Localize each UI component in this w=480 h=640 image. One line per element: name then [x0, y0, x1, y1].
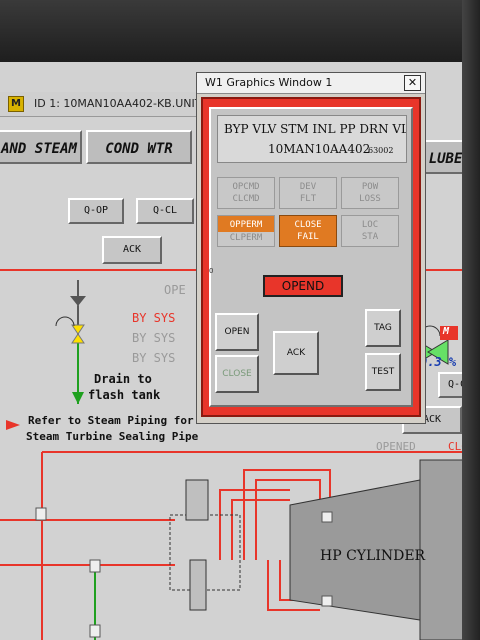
background-window-title: ID 1: 10MAN10AA402-KB.UNIT1@	[34, 97, 220, 110]
tab-aux-steam[interactable]: AND STEAM	[0, 130, 82, 164]
faceplate-header: BYP VLV STM INL PP DRN VL 10MAN10AA402 6…	[217, 115, 407, 163]
faceplate-title: W1 Graphics Window 1	[205, 76, 333, 89]
status-opperm-clperm: OPPERM CLPERM	[217, 215, 275, 247]
zero-marker: 0	[209, 267, 214, 275]
tag-button[interactable]: TAG	[365, 309, 401, 347]
faceplate-frame: BYP VLV STM INL PP DRN VL 10MAN10AA402 6…	[201, 97, 421, 417]
status-line1: LOC	[361, 220, 379, 230]
valve-description: BYP VLV STM INL PP DRN VL	[224, 122, 407, 136]
close-button[interactable]: CLOSE	[215, 355, 259, 393]
status-line2: FAIL	[297, 232, 319, 242]
app-icon: M	[8, 96, 24, 112]
status-line2: LOSS	[359, 194, 381, 204]
drain-label-line1: Drain to	[94, 372, 152, 386]
opened-status-label: OPENED	[376, 440, 416, 453]
close-icon[interactable]: ✕	[404, 75, 421, 91]
status-line2: STA	[361, 232, 379, 242]
ack-button-background[interactable]: ACK	[102, 236, 162, 264]
open-button[interactable]: OPEN	[215, 313, 259, 351]
status-pow-loss: POW LOSS	[341, 177, 399, 209]
ope-status-label: OPE	[164, 283, 186, 297]
screen: M ID 1: 10MAN10AA402-KB.UNIT1@ AND STEAM…	[0, 0, 480, 640]
test-button[interactable]: TEST	[365, 353, 401, 391]
status-close-fail: CLOSE FAIL	[279, 215, 337, 247]
faceplate-panel: BYP VLV STM INL PP DRN VL 10MAN10AA402 6…	[209, 107, 413, 407]
status-line2: FLT	[299, 194, 317, 204]
q-open-button[interactable]: Q-OP	[68, 198, 124, 224]
valve-state-indicator: OPEND	[263, 275, 343, 297]
by-sys-label-2: BY SYS	[132, 331, 176, 345]
drain-label-line2: flash tank	[88, 388, 161, 402]
by-sys-label-1: BY SYS	[132, 311, 176, 325]
status-line1: OPPERM	[218, 216, 274, 232]
status-line1: CLOSE	[294, 220, 322, 230]
valve-code: 63002	[368, 146, 394, 155]
status-opcmd-clcmd: OPCMD CLCMD	[217, 177, 275, 209]
refer-label-line2: Steam Turbine Sealing Pipe	[26, 430, 199, 443]
faceplate-titlebar[interactable]: W1 Graphics Window 1 ✕	[197, 73, 425, 94]
status-line2: CLPERM	[229, 233, 263, 243]
ack-button[interactable]: ACK	[273, 331, 319, 375]
status-loc-sta: LOC STA	[341, 215, 399, 247]
status-line1: OPCMD	[232, 182, 260, 192]
monitor-bezel-right	[462, 0, 480, 640]
hp-cylinder-label: HP CYLINDER	[320, 548, 426, 564]
status-line1: POW	[361, 182, 379, 192]
faceplate-window: W1 Graphics Window 1 ✕ BYP VLV STM INL P…	[196, 72, 426, 424]
tab-cond-wtr[interactable]: COND WTR	[86, 130, 192, 164]
status-dev-flt: DEV FLT	[279, 177, 337, 209]
monitor-bezel	[0, 0, 480, 62]
status-line2: CLCMD	[232, 194, 260, 204]
background-window-titlebar: M ID 1: 10MAN10AA402-KB.UNIT1@	[0, 92, 219, 117]
status-line1: DEV	[299, 182, 317, 192]
refer-label-line1: Refer to Steam Piping for	[28, 414, 194, 427]
q-close-button[interactable]: Q-CL	[136, 198, 194, 224]
valve-tag: 10MAN10AA402	[268, 142, 371, 156]
manual-mode-badge: M	[443, 326, 450, 337]
by-sys-label-3: BY SYS	[132, 351, 176, 365]
